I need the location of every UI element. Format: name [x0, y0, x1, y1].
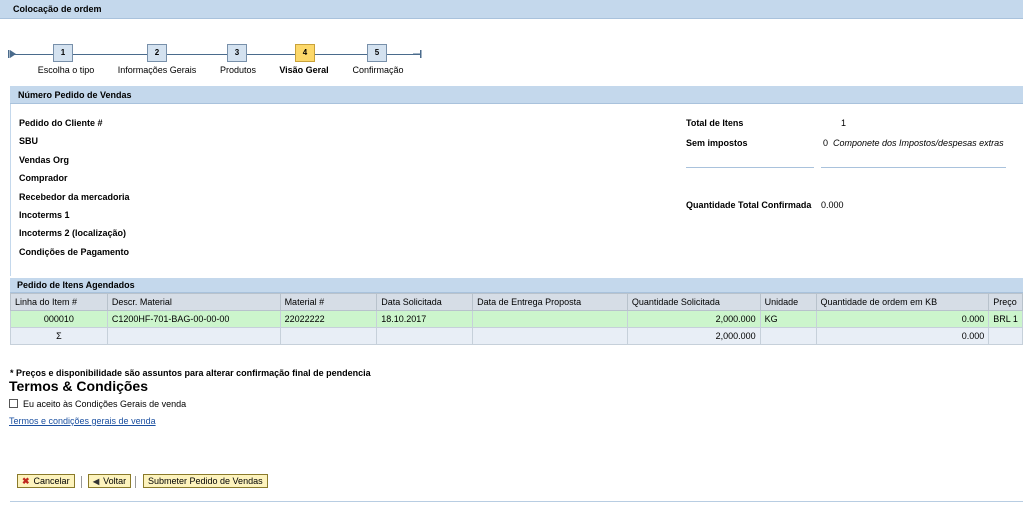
taxes-underline-right — [821, 167, 1006, 168]
total-confirmed-qty-value: 0.000 — [821, 200, 844, 210]
roadmap-step-2[interactable]: 2 — [147, 44, 167, 62]
total-confirmed-qty-label: Quantidade Total Confirmada — [686, 200, 812, 210]
scheduled-items-section-title: Pedido de Itens Agendados — [10, 278, 1023, 293]
roadmap-step-1-label: Escolha o tipo — [37, 65, 95, 75]
roadmap-step-3[interactable]: 3 — [227, 44, 247, 62]
back-button-label: Voltar — [103, 476, 127, 486]
roadmap-end-icon — [413, 50, 422, 58]
button-separator — [135, 476, 136, 488]
total-empty-cell — [376, 327, 474, 345]
total-empty-cell — [472, 327, 628, 345]
submit-order-button[interactable]: Submeter Pedido de Vendas — [143, 474, 268, 488]
incoterms2-label: Incoterms 2 (localização) — [19, 228, 127, 238]
page-title: Colocação de ordem — [0, 0, 1023, 19]
roadmap-step-5[interactable]: 5 — [367, 44, 387, 62]
bottom-divider — [10, 501, 1023, 502]
col-header-requested-date[interactable]: Data Solicitada — [376, 293, 474, 311]
total-empty-cell — [759, 327, 817, 345]
sbu-label: SBU — [19, 136, 39, 146]
roadmap: 1 Escolha o tipo 2 Informações Gerais 3 … — [8, 44, 428, 78]
roadmap-start-icon — [8, 50, 16, 58]
cell-requested-qty: 2,000.000 — [626, 310, 761, 328]
col-header-order-qty-kb[interactable]: Quantidade de ordem em KB — [815, 293, 990, 311]
col-header-unit[interactable]: Unidade — [759, 293, 817, 311]
incoterms1-label: Incoterms 1 — [19, 210, 70, 220]
button-separator — [81, 476, 82, 488]
col-header-material-desc[interactable]: Descr. Material — [106, 293, 281, 311]
total-items-value: 1 — [841, 118, 847, 128]
cell-requested-date: 18.10.2017 — [376, 310, 474, 328]
scheduled-items-table: Linha do Item # Descr. Material Material… — [10, 293, 1023, 345]
back-button[interactable]: ◀ Voltar — [88, 474, 132, 488]
total-requested-qty: 2,000.000 — [626, 327, 761, 345]
roadmap-step-4[interactable]: 4 — [295, 44, 315, 62]
cell-material-number: 22022222 — [279, 310, 378, 328]
taxes-component-note: Componete dos Impostos/despesas extras — [833, 138, 1004, 148]
total-sigma: Σ — [10, 327, 108, 345]
total-empty-cell — [279, 327, 378, 345]
no-taxes-value: 0 — [823, 138, 829, 148]
order-header-section-title: Número Pedido de Vendas — [10, 86, 1023, 104]
col-header-price[interactable]: Preço — [988, 293, 1023, 311]
cell-price: BRL 1 — [988, 310, 1023, 328]
total-empty-cell — [988, 327, 1023, 345]
no-taxes-label: Sem impostos — [686, 138, 748, 148]
col-header-item-line[interactable]: Linha do Item # — [10, 293, 108, 311]
customer-order-label: Pedido do Cliente # — [19, 118, 103, 128]
col-header-material-number[interactable]: Material # — [279, 293, 378, 311]
pricing-disclaimer: * Preços e disponibilidade são assuntos … — [10, 368, 371, 378]
total-empty-cell — [106, 327, 281, 345]
col-header-requested-qty[interactable]: Quantidade Solicitada — [626, 293, 761, 311]
cancel-button-label: Cancelar — [33, 476, 70, 486]
cell-item-line: 000010 — [10, 310, 108, 328]
cancel-button[interactable]: ✖ Cancelar — [17, 474, 75, 488]
cell-unit: KG — [759, 310, 817, 328]
terms-link[interactable]: Termos e condições gerais de venda — [9, 416, 156, 426]
terms-heading: Termos & Condições — [9, 378, 148, 394]
sales-org-label: Vendas Org — [19, 155, 70, 165]
table-total-row: Σ 2,000.000 0.000 — [10, 327, 1023, 345]
back-arrow-icon: ◀ — [93, 477, 100, 486]
col-header-proposed-delivery[interactable]: Data de Entrega Proposta — [472, 293, 628, 311]
roadmap-step-5-label: Confirmação — [352, 65, 404, 75]
roadmap-line — [12, 54, 420, 55]
accept-terms-label[interactable]: Eu aceito às Condições Gerais de venda — [23, 399, 186, 409]
order-header-panel: Pedido do Cliente # SBU Vendas Org Compr… — [10, 104, 1023, 276]
roadmap-step-4-label: Visão Geral — [279, 65, 329, 75]
payment-terms-label: Condições de Pagamento — [19, 247, 130, 257]
cell-order-qty-kb: 0.000 — [815, 310, 990, 328]
roadmap-step-1[interactable]: 1 — [53, 44, 73, 62]
cancel-x-icon: ✖ — [22, 476, 30, 486]
roadmap-step-3-label: Produtos — [219, 65, 257, 75]
buyer-label: Comprador — [19, 173, 68, 183]
table-header-row: Linha do Item # Descr. Material Material… — [10, 293, 1023, 311]
cell-proposed-delivery — [472, 310, 628, 328]
cell-material-desc: C1200HF-701-BAG-00-00-00 — [106, 310, 281, 328]
taxes-underline-left — [686, 167, 814, 168]
goods-recipient-label: Recebedor da mercadoria — [19, 192, 130, 202]
accept-terms-checkbox[interactable] — [9, 399, 18, 408]
table-row[interactable]: 000010 C1200HF-701-BAG-00-00-00 22022222… — [10, 310, 1023, 328]
total-items-label: Total de Itens — [686, 118, 744, 128]
roadmap-step-2-label: Informações Gerais — [117, 65, 197, 75]
total-order-qty-kb: 0.000 — [815, 327, 990, 345]
